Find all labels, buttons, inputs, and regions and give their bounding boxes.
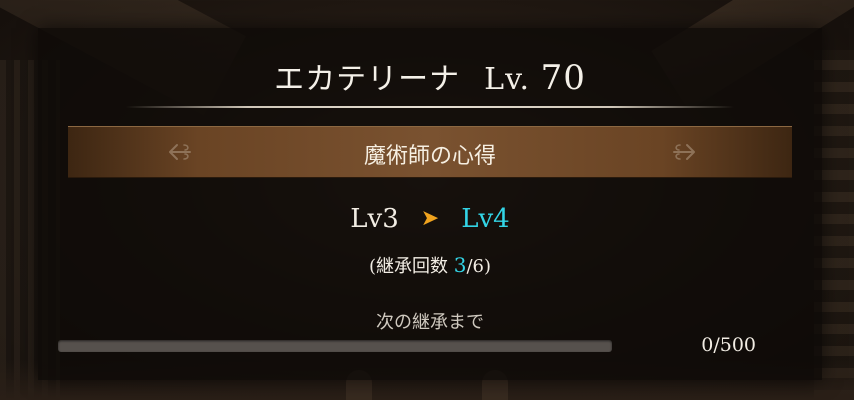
skill-inherit-dialog: エカテリーナ Lv. 70 魔術師の心得 Lv3 ➤ Lv4 (継承回数 3/6) 次… <box>38 28 822 380</box>
next-inherit-label: 次の継承まで <box>376 312 484 333</box>
inherit-progress-text: 0/500 <box>701 334 756 356</box>
level-prefix: Lv. <box>484 62 531 97</box>
level-from: Lv3 <box>350 204 399 234</box>
inherit-count-current: 3 <box>453 253 467 277</box>
skill-banner: 魔術師の心得 <box>68 126 792 178</box>
character-level: 70 <box>540 58 586 98</box>
inherit-count: (継承回数 3/6) <box>38 252 822 278</box>
inherit-count-suffix: /6) <box>466 256 492 277</box>
title-divider <box>126 106 734 108</box>
character-name: エカテリーナ <box>274 62 461 97</box>
chevron-right-icon: ➤ <box>420 206 440 231</box>
game-screen: エカテリーナ Lv. 70 魔術師の心得 Lv3 ➤ Lv4 (継承回数 3/6) 次… <box>0 0 854 400</box>
inherit-progress-bar <box>58 340 612 352</box>
level-to: Lv4 <box>461 204 510 234</box>
level-change-row: Lv3 ➤ Lv4 <box>38 204 822 234</box>
dialog-title: エカテリーナ Lv. 70 <box>38 54 822 98</box>
inherit-count-prefix: (継承回数 <box>368 256 448 277</box>
ornate-right-arrow-icon[interactable] <box>670 139 700 165</box>
